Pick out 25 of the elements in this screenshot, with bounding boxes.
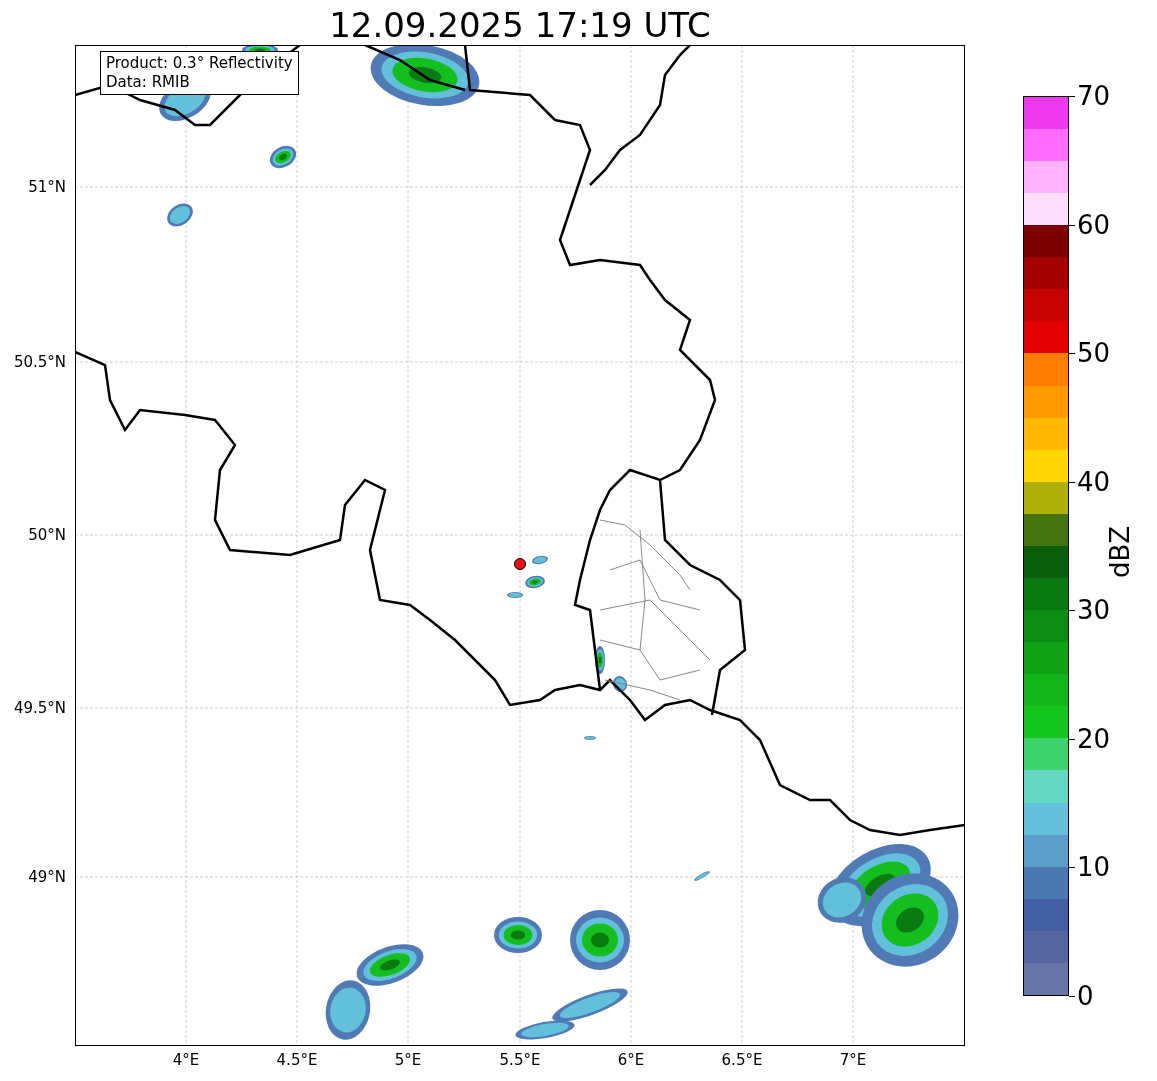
colorbar-label: dBZ (1105, 525, 1135, 578)
longitude-tick-label: 7°E (838, 1051, 868, 1069)
colorbar-tick-label: 10 (1077, 852, 1111, 883)
colorbar-tick-label: 30 (1077, 595, 1111, 626)
latitude-tick-label: 50.5°N (12, 353, 66, 371)
chart-title: 12.09.2025 17:19 UTC (328, 4, 712, 46)
colorbar-tick-label: 20 (1077, 723, 1111, 754)
longitude-tick-label: 6°E (616, 1051, 646, 1069)
colorbar-tick-label: 40 (1077, 466, 1111, 497)
longitude-tick-label: 4°E (171, 1051, 201, 1069)
longitude-tick-label: 4.5°E (275, 1051, 319, 1069)
colorbar-tick-label: 70 (1077, 81, 1111, 111)
radar-site-marker (514, 558, 526, 570)
longitude-tick-label: 5°E (393, 1051, 423, 1069)
colorbar-tick-label: 60 (1077, 209, 1111, 240)
colorbar-tick-label: 50 (1077, 338, 1111, 369)
colorbar-tick-label: 0 (1077, 981, 1094, 1011)
latitude-tick-label: 49°N (27, 868, 66, 886)
info-text: Product: 0.3° Reflectivity (106, 54, 293, 73)
latitude-tick-label: 51°N (27, 178, 66, 196)
latitude-tick-label: 50°N (27, 526, 66, 544)
latitude-tick-label: 49.5°N (12, 699, 66, 717)
info-text: Data: RMIB (106, 73, 191, 92)
longitude-tick-label: 5.5°E (498, 1051, 542, 1069)
longitude-tick-label: 6.5°E (720, 1051, 764, 1069)
